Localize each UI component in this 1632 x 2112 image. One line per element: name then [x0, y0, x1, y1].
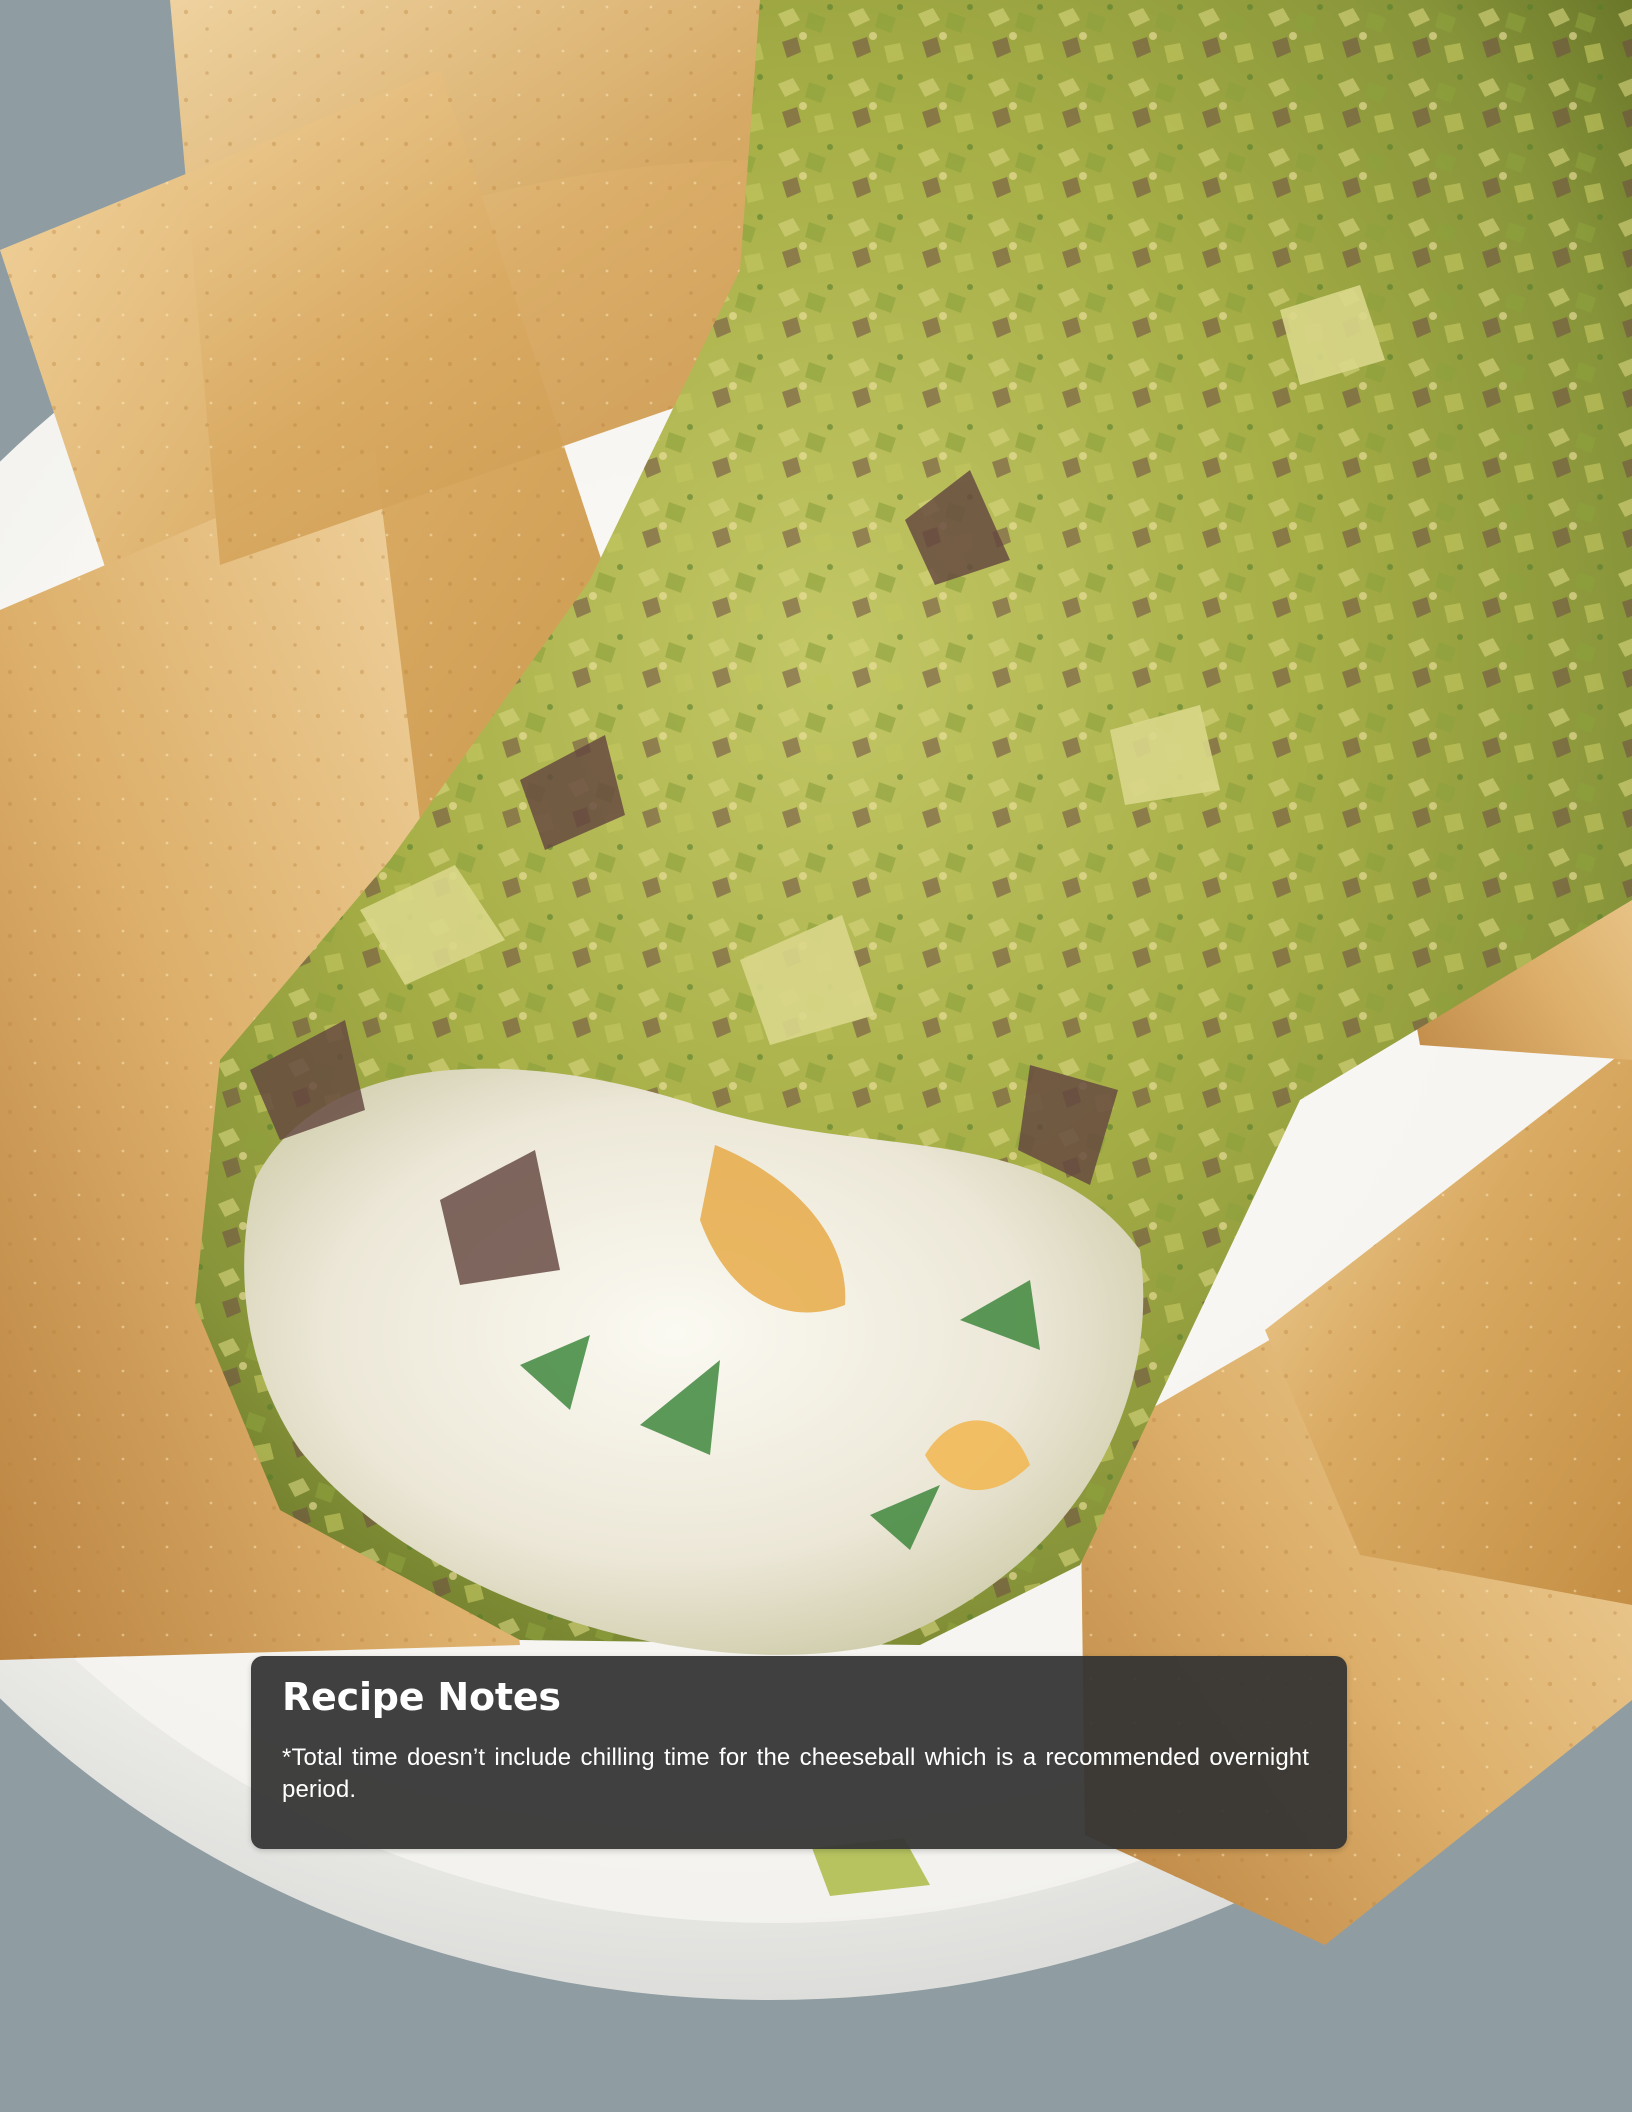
- recipe-page: Recipe Notes *Total time doesn’t include…: [0, 0, 1632, 2112]
- recipe-notes-text: *Total time doesn’t include chilling tim…: [282, 1744, 1309, 1803]
- recipe-notes-panel: Recipe Notes *Total time doesn’t include…: [251, 1656, 1347, 1849]
- recipe-notes-title: Recipe Notes: [282, 1675, 561, 1719]
